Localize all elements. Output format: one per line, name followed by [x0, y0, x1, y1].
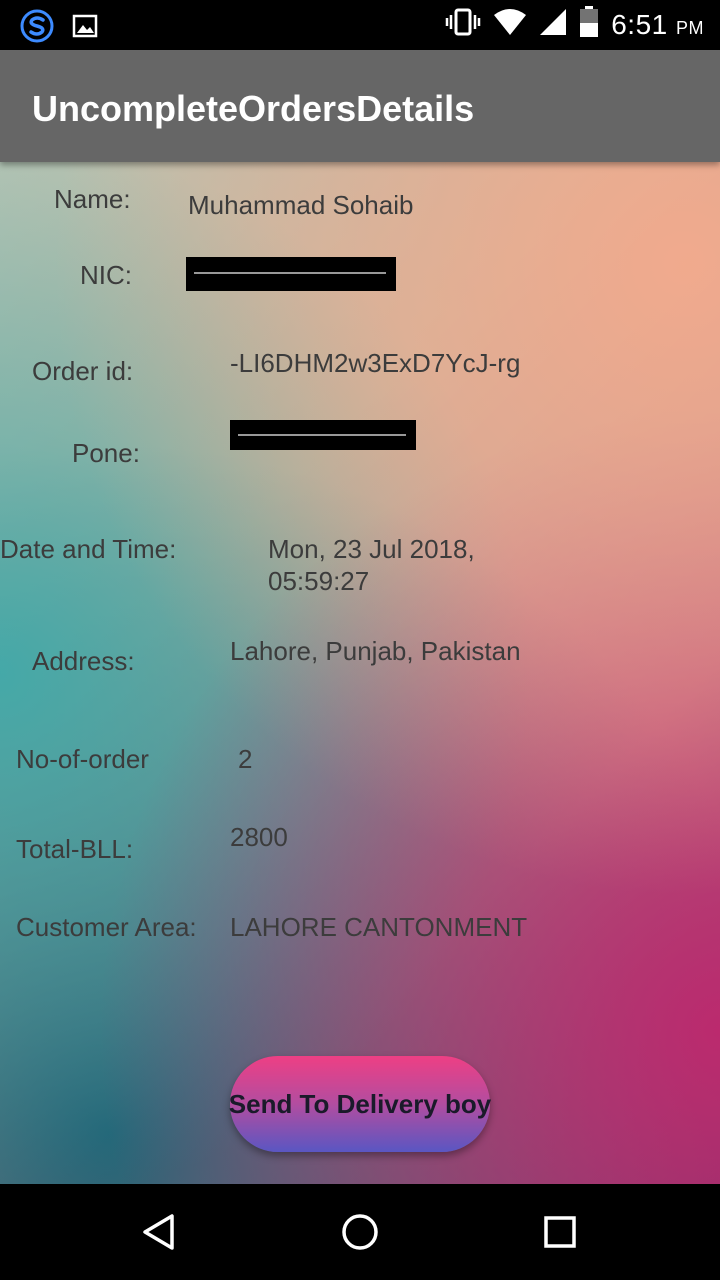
- phone-redacted-value: [230, 420, 416, 450]
- vibrate-icon: [445, 7, 481, 42]
- order-details-panel: Name: Muhammad Sohaib NIC: Order id: -LI…: [0, 162, 720, 1184]
- datetime-label: Date and Time:: [0, 534, 177, 564]
- page-title: UncompleteOrdersDetails: [32, 88, 475, 129]
- address-value: Lahore, Punjab, Pakistan: [230, 636, 521, 666]
- send-to-delivery-boy-button[interactable]: Send To Delivery boy: [229, 1056, 491, 1152]
- orders-count-value: 2: [238, 744, 253, 774]
- phone-label: Pone:: [72, 438, 140, 468]
- clock: 6:51 PM: [611, 8, 704, 40]
- name-value: Muhammad Sohaib: [188, 190, 414, 220]
- status-bar: 6:51 PM: [0, 0, 720, 50]
- name-label: Name:: [54, 184, 131, 214]
- bill-label: Total-BLL:: [16, 834, 134, 864]
- back-icon[interactable]: [120, 1184, 200, 1280]
- navigation-bar: [0, 1184, 720, 1280]
- datetime-value-line1: Mon, 23 Jul 2018,: [268, 534, 475, 564]
- home-icon[interactable]: [320, 1184, 400, 1280]
- recents-icon[interactable]: [520, 1184, 600, 1280]
- order-id-value: -LI6DHM2w3ExD7YcJ-rg: [230, 348, 521, 378]
- area-label: Customer Area:: [16, 912, 197, 942]
- battery-icon: [579, 6, 599, 43]
- orders-count-label: No-of-order: [16, 744, 149, 774]
- wifi-icon: [493, 8, 527, 41]
- nic-label: NIC:: [80, 260, 132, 290]
- nic-redacted-value: [186, 257, 396, 291]
- datetime-value-line2: 05:59:27: [268, 566, 370, 596]
- order-id-label: Order id:: [32, 356, 134, 386]
- address-label: Address:: [32, 646, 135, 676]
- area-value: LAHORE CANTONMENT: [230, 912, 528, 942]
- image-icon: [72, 13, 98, 44]
- s-app-icon: [20, 9, 54, 48]
- bill-value: 2800: [230, 822, 288, 852]
- signal-icon: [539, 8, 567, 41]
- app-bar: UncompleteOrdersDetails: [0, 50, 720, 162]
